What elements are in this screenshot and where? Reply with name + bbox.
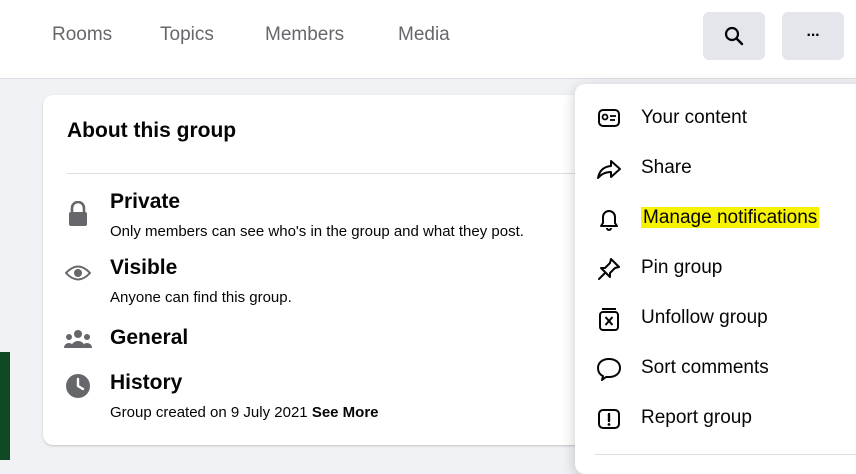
menu-label-share: Share <box>641 157 692 178</box>
menu-divider <box>595 454 856 455</box>
tab-members[interactable]: Members <box>265 24 344 46</box>
menu-item-pin-group[interactable]: Pin group <box>575 245 856 293</box>
people-icon <box>63 324 93 354</box>
general-title: General <box>110 326 189 349</box>
background-strip <box>0 352 10 460</box>
highlighted-text: Manage notifications <box>641 207 820 228</box>
pin-icon <box>595 255 623 283</box>
lock-icon <box>63 199 93 229</box>
menu-item-your-content[interactable]: Your content <box>575 95 856 143</box>
menu-label-sort-comments: Sort comments <box>641 357 769 378</box>
report-icon <box>595 405 623 433</box>
search-button[interactable] <box>703 12 765 60</box>
group-options-menu: Your content Share Manage notifications … <box>575 84 856 474</box>
more-icon: ··· <box>806 27 821 44</box>
menu-label-unfollow-group: Unfollow group <box>641 307 768 328</box>
more-options-button[interactable]: ··· <box>782 12 844 60</box>
unfollow-icon <box>595 305 623 333</box>
eye-icon <box>63 258 93 288</box>
search-icon <box>724 26 744 46</box>
comment-icon <box>595 355 623 383</box>
menu-label-pin-group: Pin group <box>641 257 723 278</box>
content-card-icon <box>595 105 623 133</box>
visible-title: Visible <box>110 256 178 279</box>
menu-label-manage-notifications: Manage notifications <box>641 207 820 229</box>
history-created-text: Group created on 9 July 2021 <box>110 404 308 421</box>
clock-icon <box>63 371 93 401</box>
menu-item-manage-notifications[interactable]: Manage notifications <box>575 195 856 243</box>
history-title: History <box>110 371 183 394</box>
history-description: Group created on 9 July 2021 See More <box>110 404 379 421</box>
tab-media[interactable]: Media <box>398 24 450 46</box>
private-description: Only members can see who's in the group … <box>110 223 524 240</box>
visible-description: Anyone can find this group. <box>110 289 292 306</box>
tab-rooms[interactable]: Rooms <box>52 24 112 46</box>
menu-item-sort-comments[interactable]: Sort comments <box>575 345 856 393</box>
menu-item-unfollow-group[interactable]: Unfollow group <box>575 295 856 343</box>
menu-label-report-group: Report group <box>641 407 752 428</box>
group-top-bar: Rooms Topics Members Media ··· <box>0 0 856 79</box>
menu-item-share[interactable]: Share <box>575 145 856 193</box>
bell-icon <box>595 205 623 233</box>
menu-label-your-content: Your content <box>641 107 747 128</box>
tab-topics[interactable]: Topics <box>160 24 214 46</box>
see-more-link[interactable]: See More <box>312 404 379 421</box>
about-title: About this group <box>67 119 237 142</box>
private-title: Private <box>110 190 181 213</box>
share-icon <box>595 155 623 183</box>
menu-item-report-group[interactable]: Report group <box>575 395 856 443</box>
